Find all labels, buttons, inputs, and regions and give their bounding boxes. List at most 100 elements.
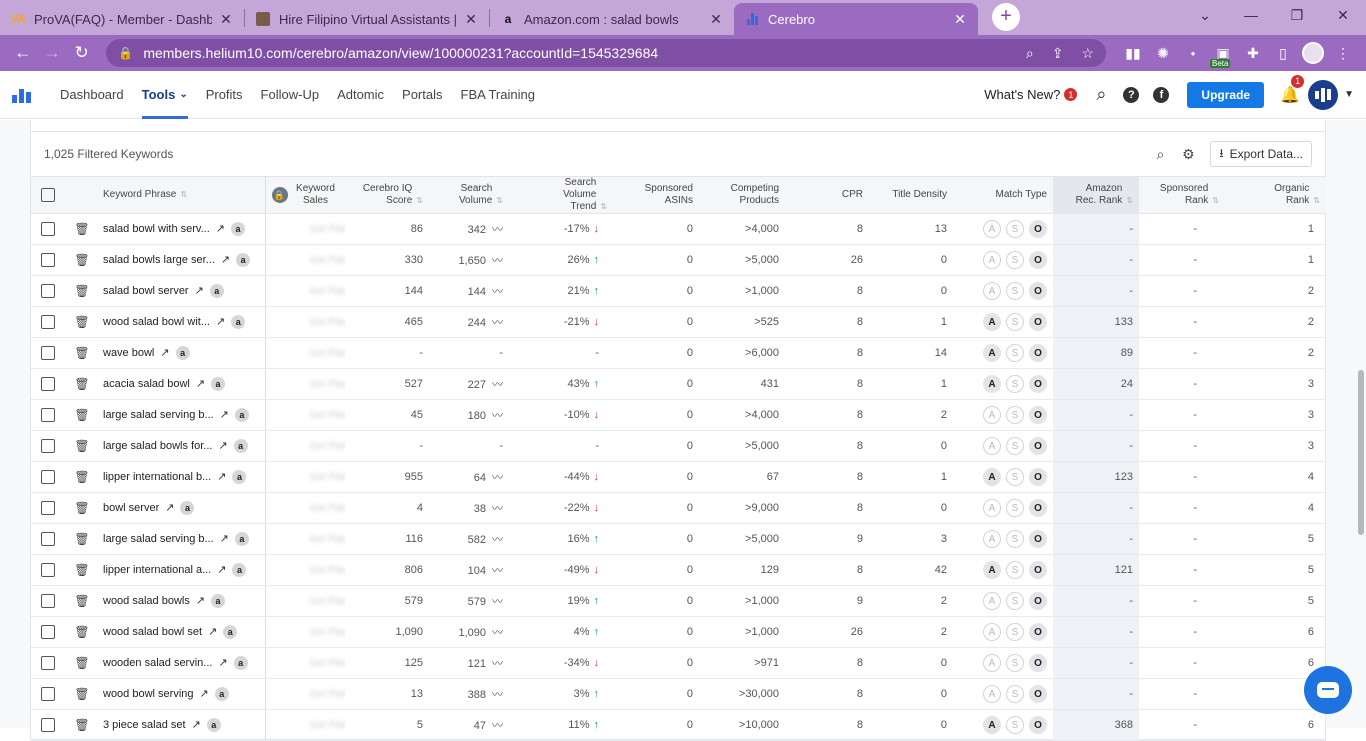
trash-icon[interactable]: 🗑 (74, 532, 89, 546)
nav-tools[interactable]: Tools⌄ (142, 71, 188, 119)
trend-chart-icon[interactable]: 〰 (492, 472, 503, 484)
close-window-button[interactable]: ✕ (1320, 0, 1366, 30)
trend-chart-icon[interactable]: 〰 (492, 286, 503, 298)
trend-chart-icon[interactable]: 〰 (492, 255, 503, 267)
trend-chart-icon[interactable]: 〰 (492, 534, 503, 546)
trend-chart-icon[interactable]: 〰 (492, 410, 503, 422)
search-volume-header[interactable]: Search Volume⇅ (429, 177, 509, 214)
external-link-icon[interactable]: ↗ (217, 470, 226, 483)
external-link-icon[interactable]: ↗ (192, 718, 201, 731)
row-checkbox[interactable] (41, 718, 55, 732)
trash-icon[interactable]: 🗑 (74, 408, 89, 422)
trend-chart-icon[interactable]: 〰 (492, 565, 503, 577)
trash-icon[interactable]: 🗑 (74, 346, 89, 360)
trash-icon[interactable]: 🗑 (74, 439, 89, 453)
competing-products-header[interactable]: Competing Products (699, 177, 785, 214)
external-link-icon[interactable]: ↗ (216, 315, 225, 328)
trend-chart-icon[interactable]: 〰 (492, 503, 503, 515)
trash-icon[interactable]: 🗑 (74, 501, 89, 515)
browser-tab-cerebro[interactable]: Cerebro ✕ (734, 3, 978, 35)
external-link-icon[interactable]: ↗ (220, 408, 229, 421)
row-checkbox[interactable] (41, 439, 55, 453)
cpr-header[interactable]: CPR (785, 177, 869, 214)
external-link-icon[interactable]: ↗ (221, 253, 230, 266)
select-all-header[interactable] (31, 177, 67, 214)
back-button[interactable]: ← (8, 38, 37, 68)
gear-extension-icon[interactable]: ✺ (1148, 39, 1178, 67)
row-checkbox[interactable] (41, 625, 55, 639)
nav-dashboard[interactable]: Dashboard (60, 71, 124, 119)
title-density-header[interactable]: Title Density (869, 177, 953, 214)
bookmark-star-icon[interactable]: ☆ (1081, 45, 1094, 62)
row-checkbox[interactable] (41, 687, 55, 701)
account-avatar[interactable] (1308, 80, 1338, 110)
nav-portals[interactable]: Portals (402, 71, 442, 119)
external-link-icon[interactable]: ↗ (217, 563, 226, 576)
helium10-extension-icon[interactable]: ▮▮ (1118, 39, 1148, 67)
trend-chart-icon[interactable]: 〰 (492, 317, 503, 329)
trash-icon[interactable]: 🗑 (74, 253, 89, 267)
row-checkbox[interactable] (41, 594, 55, 608)
trash-icon[interactable]: 🗑 (74, 222, 89, 236)
row-checkbox[interactable] (41, 377, 55, 391)
tab-close-icon[interactable]: ✕ (708, 11, 724, 28)
row-checkbox[interactable] (41, 284, 55, 298)
helium10-logo-icon[interactable] (12, 87, 32, 103)
trash-icon[interactable]: 🗑 (74, 315, 89, 329)
trend-chart-icon[interactable]: 〰 (492, 720, 503, 732)
zoom-icon[interactable]: ⌕ (1026, 45, 1034, 62)
external-link-icon[interactable]: ↗ (196, 594, 205, 607)
sponsored-asins-header[interactable]: Sponsored ASINs (613, 177, 699, 214)
amazon-badge-icon[interactable]: a (235, 408, 249, 422)
trash-icon[interactable]: 🗑 (74, 284, 89, 298)
amazon-badge-icon[interactable]: a (232, 470, 246, 484)
url-bar[interactable]: 🔒 members.helium10.com/cerebro/amazon/vi… (106, 39, 1106, 67)
row-checkbox[interactable] (41, 656, 55, 670)
amazon-badge-icon[interactable]: a (231, 222, 245, 236)
nav-profits[interactable]: Profits (206, 71, 243, 119)
trash-icon[interactable]: 🗑 (74, 594, 89, 608)
tab-search-icon[interactable]: ⌄ (1182, 0, 1228, 30)
nav-adtomic[interactable]: Adtomic (337, 71, 384, 119)
external-link-icon[interactable]: ↗ (160, 346, 169, 359)
trend-chart-icon[interactable]: 〰 (492, 658, 503, 670)
external-link-icon[interactable]: ↗ (220, 532, 229, 545)
row-checkbox[interactable] (41, 346, 55, 360)
reload-button[interactable]: ↻ (67, 38, 96, 68)
browser-tab-prova[interactable]: VA ProVA(FAQ) - Member - Dashboa ✕ (0, 3, 244, 35)
trash-icon[interactable]: 🗑 (74, 377, 89, 391)
trend-chart-icon[interactable]: 〰 (492, 379, 503, 391)
search-volume-trend-header[interactable]: Search Volume Trend⇅ (509, 177, 613, 214)
select-all-checkbox[interactable] (41, 188, 55, 202)
external-link-icon[interactable]: ↗ (218, 439, 227, 452)
new-tab-button[interactable]: + (992, 3, 1020, 31)
notifications-bell-icon[interactable]: 🔔1 (1276, 81, 1304, 109)
organic-rank-header[interactable]: Organic Rank⇅ (1225, 177, 1326, 214)
amazon-badge-icon[interactable]: a (236, 253, 250, 267)
account-caret-icon[interactable]: ▼ (1344, 89, 1354, 100)
export-data-button[interactable]: ⭳Export Data... (1210, 141, 1312, 167)
amazon-badge-icon[interactable]: a (210, 284, 224, 298)
facebook-icon[interactable]: f (1147, 81, 1175, 109)
amazon-rec-rank-header[interactable]: Amazon Rec. Rank⇅ (1053, 177, 1139, 214)
trend-chart-icon[interactable]: 〰 (492, 627, 503, 639)
browser-tab-amazon[interactable]: a Amazon.com : salad bowls ✕ (490, 3, 734, 35)
row-checkbox[interactable] (41, 408, 55, 422)
amazon-badge-icon[interactable]: a (215, 687, 229, 701)
amazon-badge-icon[interactable]: a (232, 563, 246, 577)
trend-chart-icon[interactable]: 〰 (492, 689, 503, 701)
trash-icon[interactable]: 🗑 (74, 563, 89, 577)
row-checkbox[interactable] (41, 501, 55, 515)
upgrade-button[interactable]: Upgrade (1187, 82, 1264, 108)
forward-button[interactable]: → (37, 38, 66, 68)
amazon-badge-icon[interactable]: a (176, 346, 190, 360)
amazon-badge-icon[interactable]: a (234, 656, 248, 670)
external-link-icon[interactable]: ↗ (165, 501, 174, 514)
row-checkbox[interactable] (41, 253, 55, 267)
amazon-badge-icon[interactable]: a (235, 532, 249, 546)
external-link-icon[interactable]: ↗ (218, 656, 227, 669)
chrome-menu-icon[interactable]: ⋮ (1328, 39, 1358, 67)
amazon-badge-icon[interactable]: a (223, 625, 237, 639)
chat-support-button[interactable] (1304, 666, 1352, 714)
row-checkbox[interactable] (41, 222, 55, 236)
